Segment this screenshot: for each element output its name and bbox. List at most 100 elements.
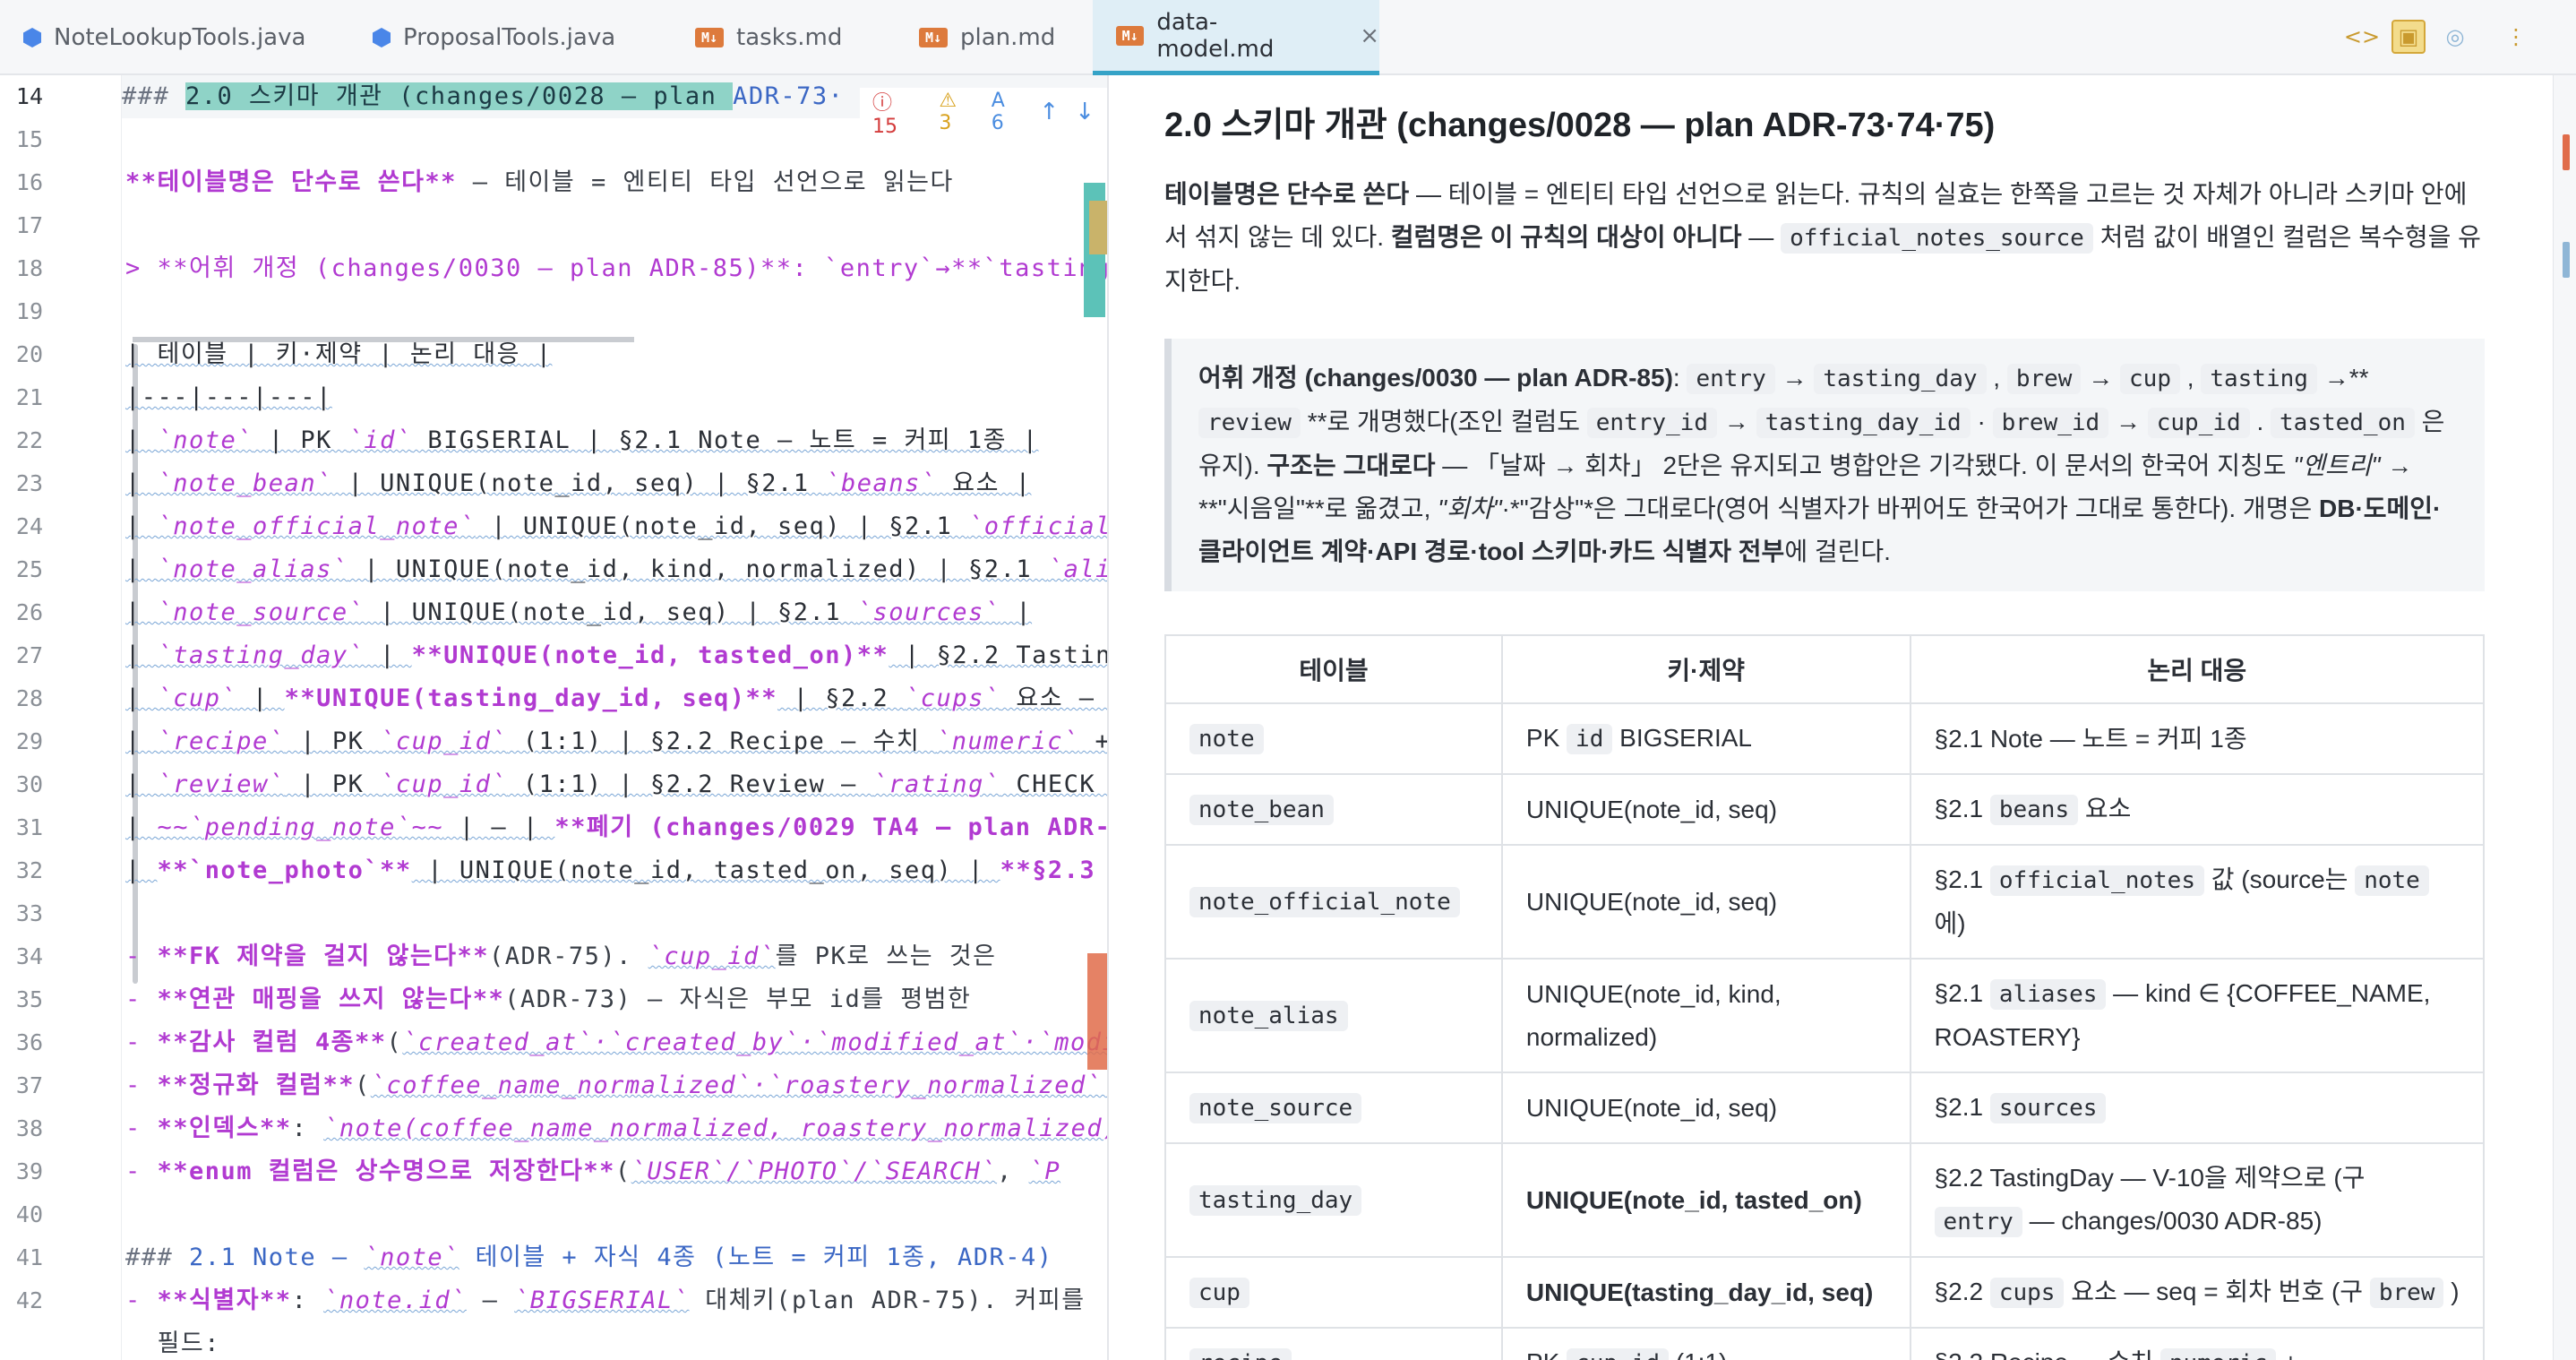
code-area[interactable]: ### 2.0 스키마 개관 (changes/0028 — plan ADR-… [122, 75, 1109, 1360]
code-token: **식별자** [157, 1287, 292, 1314]
code-token: **폐기 (changes/0029 TA4 — plan ADR-8 [554, 813, 1109, 841]
code-token: | [125, 555, 158, 583]
code-line[interactable]: - **식별자**: `note.id` — `BIGSERIAL` 대체키(p… [125, 1279, 1107, 1322]
code-line[interactable]: ### 2.1 Note — `note` 테이블 + 자식 4종 (노트 = … [125, 1236, 1107, 1279]
code-line[interactable]: | `cup` | **UNIQUE(tasting_day_id, seq)*… [125, 677, 1107, 720]
table-header-row: 테이블 키·제약 논리 대응 [1164, 634, 2486, 704]
text: UNIQUE(note_id, seq) [1526, 888, 1777, 916]
logic-mapping-cell: §2.2 TastingDay — V-10을 제약으로 (구 entry — … [1909, 1142, 2486, 1258]
code-line[interactable]: | **`note_photo`** | UNIQUE(note_id, tas… [125, 849, 1107, 892]
tab-plan-md[interactable]: M↓ plan.md [896, 0, 1093, 75]
key-constraint-cell: PK id BIGSERIAL [1500, 702, 1911, 775]
code-token: 요소 — s [1016, 684, 1095, 712]
code-line[interactable]: 필드: [125, 1322, 1107, 1360]
code-line[interactable]: - **정규화 컬럼**(`coffee_name_normalized`·`r… [125, 1064, 1107, 1107]
code-line[interactable]: - **인덱스**: `note(coffee_name_normalized,… [125, 1107, 1107, 1150]
rail-marker [2563, 134, 2570, 170]
code-line[interactable]: > **어휘 개정 (changes/0030 — plan ADR-85)**… [125, 247, 1107, 290]
error-count[interactable]: ⓘ 15 [872, 87, 923, 138]
code-line[interactable]: | `review` | PK `cup_id` (1:1) | §2.2 Re… [125, 763, 1107, 806]
code-line[interactable]: | `note` | PK `id` BIGSERIAL | §2.1 Note… [125, 419, 1107, 462]
code-line[interactable]: | 테이블 | 키·제약 | 논리 대응 | [125, 333, 1107, 376]
close-icon[interactable]: × [1360, 22, 1379, 49]
code-line[interactable]: - **enum 컬럼은 상수명으로 저장한다**(`USER`/`PHOTO`… [125, 1150, 1107, 1193]
line-number: 27 [15, 642, 43, 668]
code-line[interactable]: - **연관 매핑을 쓰지 않는다**(ADR-73) — 자식은 부모 id를… [125, 978, 1107, 1021]
warning-count[interactable]: ⚠ 3 [939, 90, 975, 134]
markdown-editor[interactable]: 14 15 16 17 18 19 20 21 22 23 24 25 26 27 28 29 30 31 32 33… [0, 75, 1109, 1360]
tab-proposaltools[interactable]: ProposalTools.java [349, 0, 672, 75]
inline-code: id [1567, 724, 1613, 754]
previous-highlight-icon[interactable]: ↑ [1039, 99, 1059, 125]
code-token: | [125, 469, 158, 497]
code-token: `cup_id` [380, 770, 508, 798]
code-token: `USER`/`PHOTO`/`SEARCH` [631, 1158, 998, 1185]
code-token: ### [125, 1244, 190, 1271]
text: BIGSERIAL [1612, 724, 1752, 752]
code-line[interactable]: | `note_source` | UNIQUE(note_id, seq) |… [125, 591, 1107, 634]
code-line[interactable]: - **감사 컬럼 4종**(`created_at`·`created_by`… [125, 1021, 1107, 1064]
code-line[interactable]: | `note_official_note` | UNIQUE(note_id,… [125, 505, 1107, 548]
code-token: | [125, 813, 158, 841]
code-line[interactable]: | `note_alias` | UNIQUE(note_id, kind, n… [125, 548, 1107, 591]
code-token: `cup` [157, 684, 237, 712]
code-token: - [125, 1072, 158, 1099]
code-line[interactable]: | `recipe` | PK `cup_id` (1:1) | §2.2 Re… [125, 720, 1107, 763]
table-row: note_official_note UNIQUE(note_id, seq) §2… [1164, 844, 2486, 960]
inspection-widget[interactable]: ⓘ 15 ⚠ 3 A 6 ↑ ↓ [860, 87, 1107, 138]
code-token: `note_official_note` [157, 512, 476, 540]
typo-count[interactable]: A 6 [992, 90, 1024, 134]
code-view-icon[interactable]: <> [2344, 20, 2380, 54]
code-line[interactable]: | `note_bean` | UNIQUE(note_id, seq) | §… [125, 462, 1107, 505]
code-token: `beans` [825, 469, 937, 497]
tab-tasks-md[interactable]: M↓ tasks.md [672, 0, 896, 75]
inline-code: brew [2006, 364, 2082, 394]
preview-icon[interactable]: ◎ [2438, 20, 2472, 54]
code-line[interactable]: | `tasting_day` | **UNIQUE(note_id, tast… [125, 634, 1107, 677]
line-number: 36 [15, 1029, 43, 1055]
tab-data-model-md[interactable]: M↓ data-model.md × [1093, 0, 1379, 75]
code-token: 요소 | [936, 469, 1032, 497]
table-header-cell: 테이블 [1164, 634, 1503, 704]
code-token: 필드: [125, 1330, 220, 1357]
key-constraint-cell: UNIQUE(note_id, kind, normalized) [1500, 958, 1911, 1073]
code-token: | [125, 426, 158, 454]
table-name-cell: cup [1164, 1256, 1503, 1329]
more-icon[interactable]: ⋮ [2499, 20, 2533, 54]
line-number: 39 [15, 1158, 43, 1184]
text: → [1774, 364, 1815, 392]
schema-table: 테이블 키·제약 논리 대응 note PK id BIGSERIAL §2.1 N… [1164, 634, 2486, 1360]
inline-code: tasting_day_id [1756, 408, 1971, 438]
code-token: `note` [157, 426, 253, 454]
code-token: ( [614, 1158, 631, 1185]
code-token: | PK [253, 426, 348, 454]
code-token: 테이블 + 자식 4종 (노트 = 커피 1종, ADR-4) [459, 1244, 1053, 1271]
text: UNIQUE(note_id, kind, normalized) [1525, 979, 1782, 1051]
inline-code: tasting_day [1814, 364, 1987, 394]
markdown-file-icon: M↓ [1116, 25, 1145, 46]
code-line[interactable]: **테이블명은 단수로 쓴다** — 테이블 = 엔티티 타입 선언으로 읽는다 [125, 161, 1107, 204]
code-line[interactable]: |---|---|---| [125, 376, 1107, 419]
logic-mapping-cell: §2.1 aliases — kind ∈ {COFFEE_NAME, ROAS… [1909, 958, 2486, 1073]
inline-code: note [1189, 724, 1264, 754]
text: · [1970, 408, 1993, 435]
next-highlight-icon[interactable]: ↓ [1075, 99, 1095, 125]
text: PK cup_id (1:1) [1526, 1348, 1727, 1360]
text: §2.1 [1934, 1093, 1990, 1121]
code-token: `P [1028, 1158, 1061, 1185]
text: , [1986, 364, 2007, 392]
code-token: | [125, 641, 158, 669]
text: → [2081, 364, 2121, 392]
split-view-icon[interactable]: ▣ [2391, 20, 2426, 54]
code-line[interactable]: - **FK 제약을 걸지 않는다**(ADR-75). `cup_id`를 P… [125, 935, 1107, 978]
code-token: | [125, 598, 158, 626]
logic-mapping-cell: §2.2 cups 요소 — seq = 회차 번호 (구 brew ) [1909, 1256, 2486, 1329]
line-number: 20 [15, 341, 43, 367]
text: UNIQUE(note_id, seq) [1526, 1094, 1777, 1122]
key-constraint-cell: PK cup_id (1:1) [1500, 1327, 1911, 1360]
text: →** [2316, 364, 2369, 392]
code-line[interactable]: | ~~`pending_note`~~ | — | **폐기 (changes… [125, 806, 1109, 849]
tab-notelookuptools[interactable]: NoteLookupTools.java [0, 0, 349, 75]
text: UNIQUE(note_id, kind, normalized) [1526, 980, 1782, 1051]
inline-code: brew_id [1992, 408, 2109, 438]
